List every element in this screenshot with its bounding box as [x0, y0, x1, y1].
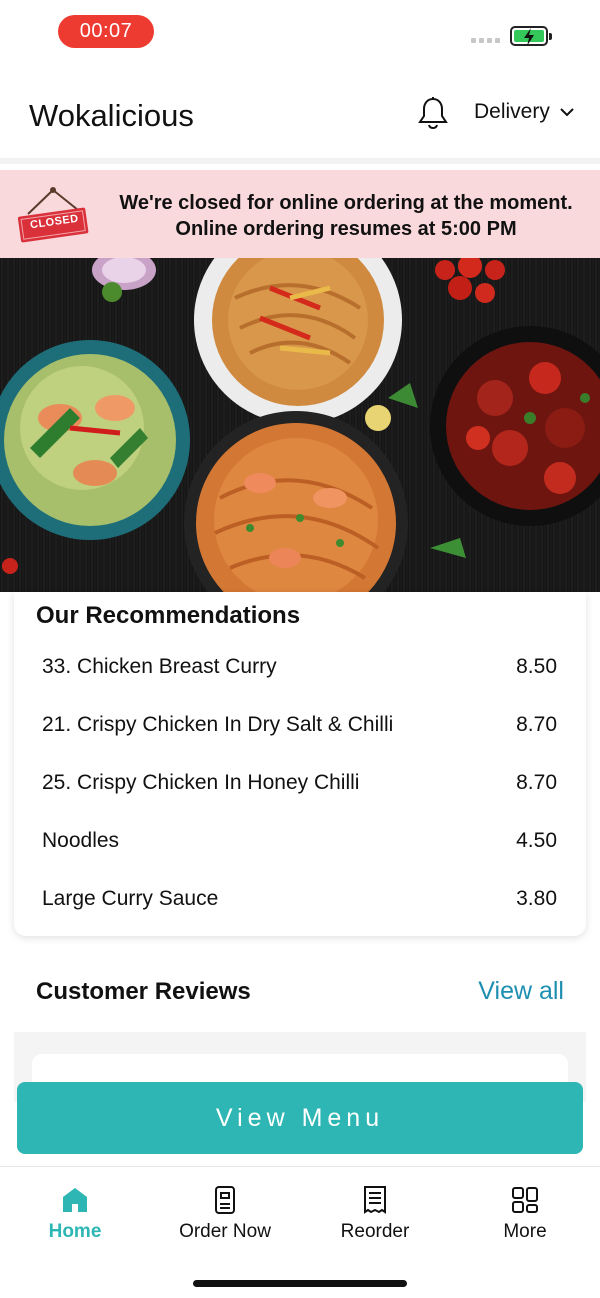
- tab-order-now[interactable]: Order Now: [150, 1185, 300, 1243]
- closed-sign-icon: CLOSED: [14, 184, 92, 248]
- status-bar: 00:07: [0, 0, 600, 64]
- recommendations-list: 33. Chicken Breast Curry 8.50 21. Crispy…: [14, 638, 586, 928]
- tab-label: Reorder: [340, 1221, 410, 1242]
- list-item[interactable]: Noodles 4.50: [14, 812, 586, 870]
- closed-message: We're closed for online ordering at the …: [102, 190, 590, 242]
- tab-label: Home: [48, 1221, 102, 1242]
- recommendations-card: Our Recommendations 33. Chicken Breast C…: [14, 592, 586, 936]
- item-price: 8.50: [516, 655, 557, 678]
- tab-label: More: [503, 1221, 547, 1242]
- item-price: 3.80: [516, 887, 557, 910]
- customer-reviews-section: Customer Reviews View all: [14, 952, 586, 1114]
- item-name: 25. Crispy Chicken In Honey Chilli: [42, 771, 360, 794]
- grid-icon: [512, 1187, 538, 1213]
- tab-more[interactable]: More: [450, 1185, 600, 1243]
- closed-message-line2: Online ordering resumes at 5:00 PM: [175, 218, 517, 240]
- recommendations-title: Our Recommendations: [36, 602, 301, 629]
- list-item[interactable]: 33. Chicken Breast Curry 8.50: [14, 638, 586, 696]
- battery-icon: [510, 26, 552, 46]
- delivery-mode-dropdown[interactable]: Delivery: [474, 100, 574, 124]
- tab-reorder[interactable]: Reorder: [300, 1185, 450, 1243]
- item-name: Noodles: [42, 829, 120, 852]
- hero-food-image: [0, 258, 600, 592]
- item-name: Large Curry Sauce: [42, 887, 219, 910]
- signal-icon: [471, 38, 500, 43]
- order-icon: [215, 1186, 235, 1214]
- item-name: 33. Chicken Breast Curry: [42, 655, 277, 678]
- app-header: Wokalicious Delivery: [0, 64, 600, 164]
- item-name: 21. Crispy Chicken In Dry Salt & Chilli: [42, 713, 394, 736]
- list-item[interactable]: Large Curry Sauce 3.80: [14, 870, 586, 928]
- list-item[interactable]: 25. Crispy Chicken In Honey Chilli 8.70: [14, 754, 586, 812]
- tab-label: Order Now: [179, 1221, 271, 1242]
- item-price: 4.50: [516, 829, 557, 852]
- bottom-tab-bar: Home Order Now Reorder More: [0, 1166, 600, 1298]
- reviews-title: Customer Reviews: [36, 978, 251, 1005]
- home-indicator[interactable]: [193, 1280, 407, 1287]
- view-all-reviews-link[interactable]: View all: [478, 977, 564, 1006]
- home-icon: [63, 1188, 87, 1212]
- closed-message-line1: We're closed for online ordering at the …: [119, 192, 573, 214]
- app-title: Wokalicious: [29, 98, 194, 133]
- list-item[interactable]: 21. Crispy Chicken In Dry Salt & Chilli …: [14, 696, 586, 754]
- receipt-icon: [364, 1186, 386, 1214]
- closed-banner: CLOSED We're closed for online ordering …: [0, 170, 600, 258]
- item-price: 8.70: [516, 771, 557, 794]
- item-price: 8.70: [516, 713, 557, 736]
- delivery-mode-label: Delivery: [474, 100, 550, 123]
- reviews-header: Customer Reviews View all: [14, 952, 586, 1032]
- bell-icon[interactable]: [417, 96, 449, 135]
- chevron-down-icon: [560, 107, 574, 116]
- recording-indicator[interactable]: 00:07: [58, 15, 154, 48]
- view-menu-button[interactable]: View Menu: [17, 1082, 583, 1154]
- tab-home[interactable]: Home: [0, 1185, 150, 1243]
